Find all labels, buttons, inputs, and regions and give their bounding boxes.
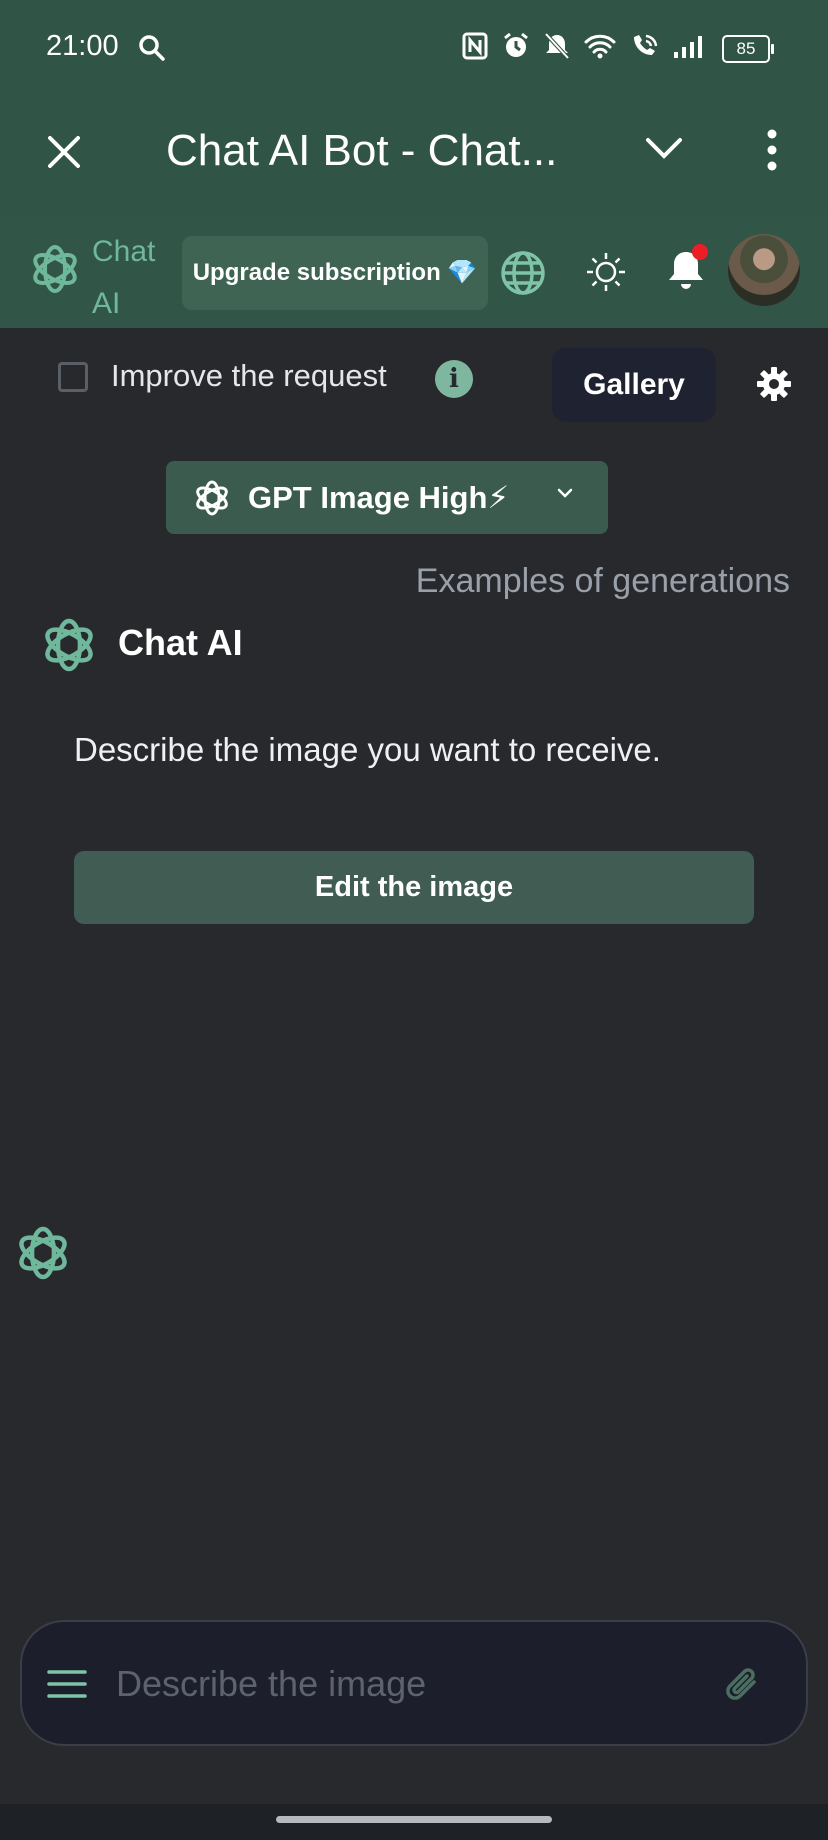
chat-sender-name: Chat AI [118, 622, 243, 663]
menu-icon[interactable] [46, 1668, 88, 1705]
notification-dot [692, 244, 708, 260]
chat-ai-logo-icon[interactable] [28, 242, 82, 301]
model-label: GPT Image High⚡ [248, 480, 510, 515]
page-title: Chat AI Bot - Chat... [166, 126, 558, 175]
globe-icon[interactable] [500, 250, 546, 301]
improve-request-checkbox[interactable] [58, 362, 88, 392]
paperclip-icon[interactable] [722, 1664, 764, 1711]
chevron-down-icon [556, 487, 574, 506]
upgrade-subscription-button[interactable]: Upgrade subscription 💎 [182, 236, 488, 310]
app-bar: Chat AI Bot - Chat... [0, 98, 828, 215]
gear-icon[interactable] [756, 366, 792, 407]
openai-logo-icon [192, 478, 232, 523]
alarm-icon [502, 32, 530, 65]
status-icons: 85 [462, 32, 774, 65]
avatar[interactable] [728, 234, 800, 306]
info-icon[interactable]: i [435, 360, 473, 398]
model-selector[interactable]: GPT Image High⚡ [166, 461, 608, 534]
signal-icon [672, 34, 708, 63]
mute-icon [544, 32, 570, 65]
top-bar: Chat AI Upgrade subscription 💎 [0, 214, 828, 328]
examples-link[interactable]: Examples of generations [416, 562, 790, 601]
wifi-icon [584, 33, 616, 64]
brand-name[interactable]: Chat AI [92, 226, 172, 330]
chevron-down-icon[interactable] [644, 134, 684, 167]
theme-toggle-icon[interactable] [584, 250, 628, 299]
search-icon [138, 34, 166, 67]
battery-icon: 85 [722, 34, 774, 63]
improve-request-label[interactable]: Improve the request [111, 358, 387, 394]
prompt-input[interactable] [114, 1648, 718, 1720]
system-nav-bar [0, 1804, 828, 1840]
edit-image-button[interactable]: Edit the image [74, 851, 754, 924]
home-indicator[interactable] [276, 1816, 552, 1823]
nfc-icon [462, 32, 488, 65]
composer [20, 1620, 808, 1746]
more-menu-icon[interactable] [760, 128, 784, 177]
status-bar: 21:00 85 [0, 0, 828, 98]
gallery-button[interactable]: Gallery [552, 348, 716, 422]
chat-ai-avatar-icon [40, 616, 98, 679]
wifi-call-icon [630, 33, 658, 64]
floating-chat-ai-icon[interactable] [14, 1224, 72, 1287]
status-time: 21:00 [46, 30, 119, 62]
chat-message: Describe the image you want to receive. [74, 731, 661, 768]
close-icon[interactable] [44, 132, 84, 172]
